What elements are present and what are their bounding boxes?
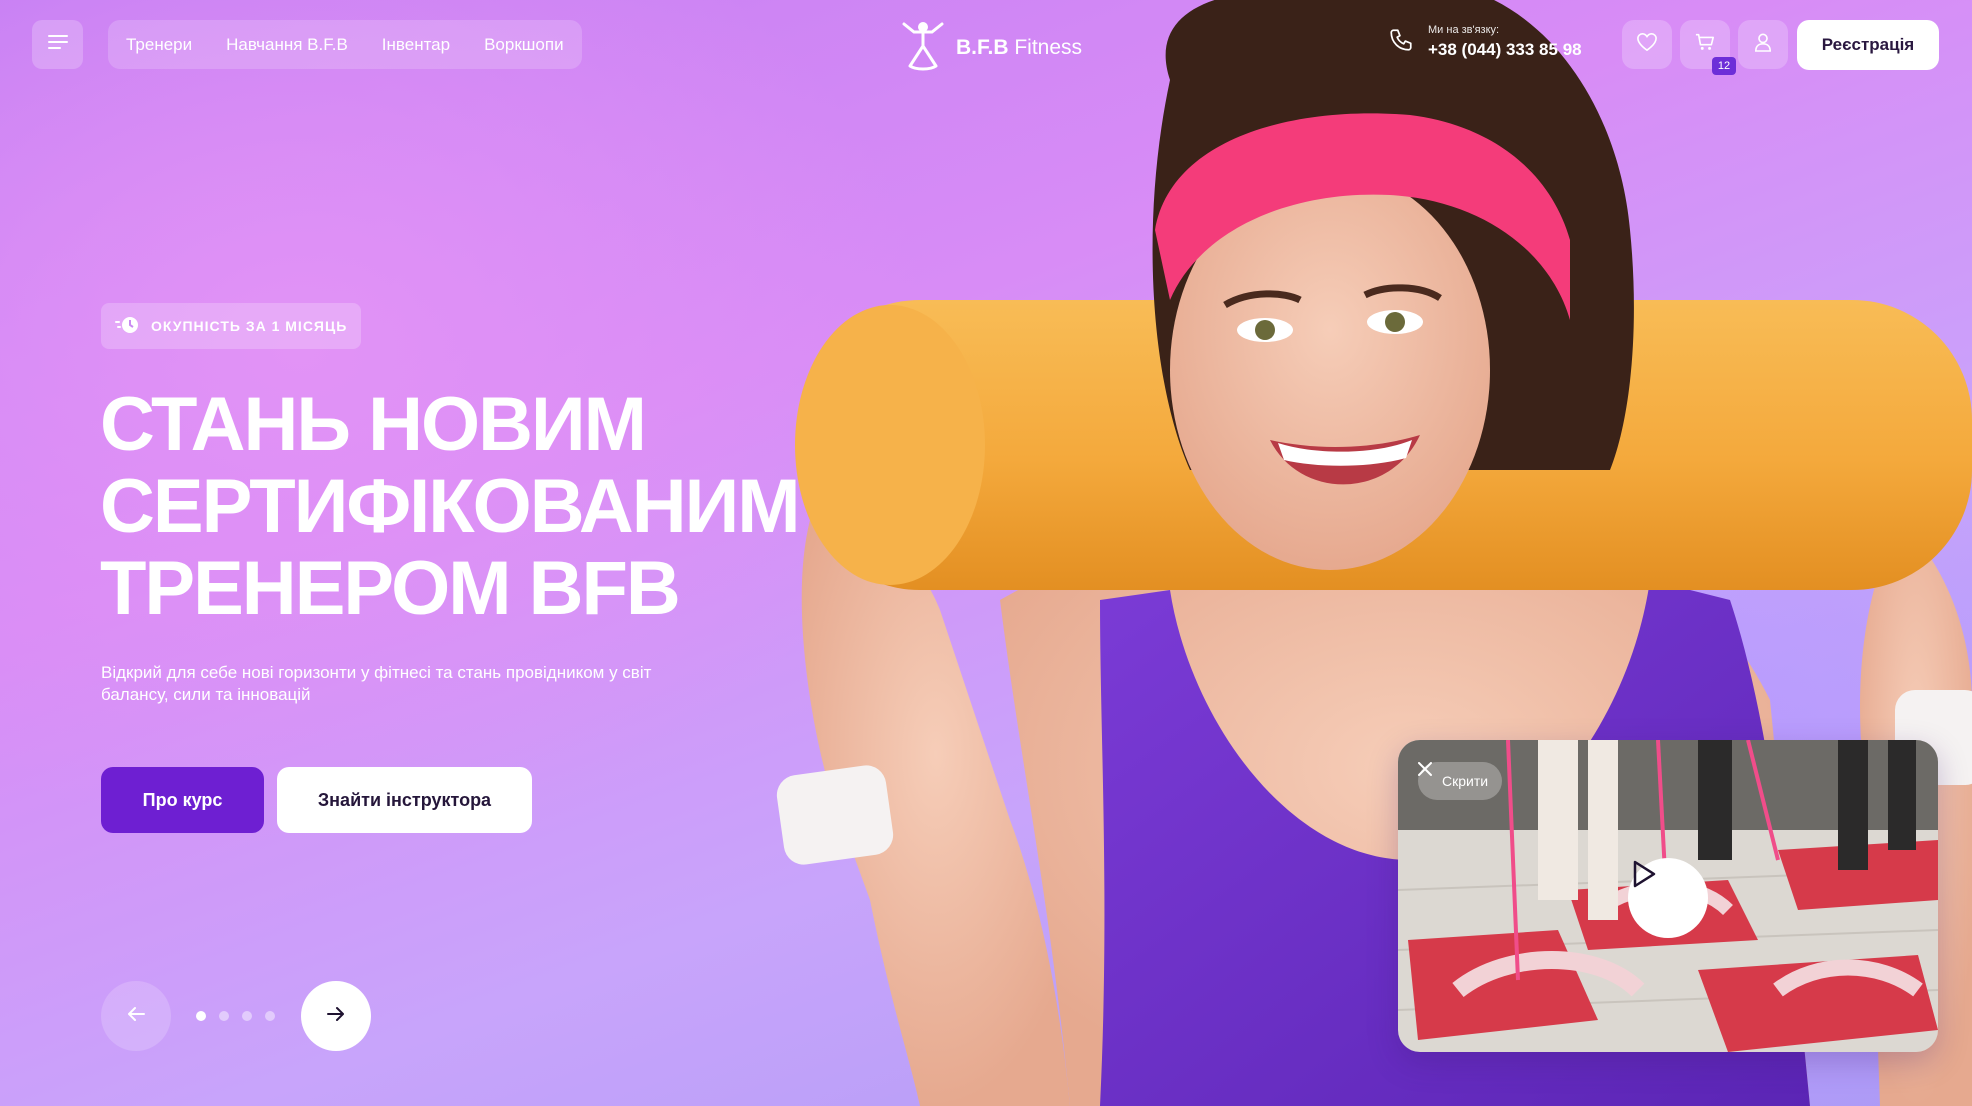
nav-link-inventory[interactable]: Інвентар: [382, 35, 450, 55]
slider-prev-button[interactable]: [101, 981, 171, 1051]
find-instructor-button[interactable]: Знайти інструктора: [277, 767, 532, 833]
nav-link-workshops[interactable]: Воркшопи: [484, 35, 563, 55]
account-button[interactable]: [1738, 20, 1788, 69]
menu-button[interactable]: [32, 20, 83, 69]
site-header: Тренери Навчання B.F.B Інвентар Воркшопи…: [0, 0, 1972, 90]
menu-icon: [47, 35, 68, 54]
hide-video-button[interactable]: Скрити: [1418, 762, 1503, 800]
slider-dots: [196, 1011, 275, 1021]
arrow-right-icon: [327, 1006, 345, 1027]
video-preview[interactable]: Скрити: [1398, 740, 1938, 1052]
logo[interactable]: B.F.B Fitness: [902, 18, 1082, 77]
hide-video-label: Скрити: [1442, 773, 1489, 789]
contact-phone[interactable]: +38 (044) 333 85 98: [1428, 40, 1582, 60]
favorites-button[interactable]: [1622, 20, 1672, 69]
cart-icon: [1694, 32, 1716, 57]
cart-count-badge: 12: [1712, 57, 1736, 75]
payback-tag-label: ОКУПНІСТЬ ЗА 1 МІСЯЦЬ: [151, 318, 348, 334]
slider-dot[interactable]: [196, 1011, 206, 1021]
register-button[interactable]: Реєстрація: [1797, 20, 1939, 70]
nav-link-trainers[interactable]: Тренери: [126, 35, 192, 55]
phone-icon: [1388, 27, 1414, 58]
about-course-button[interactable]: Про курс: [101, 767, 264, 833]
hero-description: Відкрий для себе нові горизонти у фітнес…: [101, 663, 652, 704]
bfb-logo-icon: [902, 18, 944, 77]
heart-icon: [1636, 32, 1658, 57]
logo-text: B.F.B Fitness: [956, 35, 1083, 59]
payback-tag: ОКУПНІСТЬ ЗА 1 МІСЯЦЬ: [101, 303, 362, 349]
main-nav: Тренери Навчання B.F.B Інвентар Воркшопи: [108, 20, 582, 69]
headline-line-1: СТАНЬ НОВИМ: [100, 382, 647, 467]
hero-headline: СТАНЬ НОВИМ СЕРТИФІКОВАНИМ ТРЕНЕРОМ BFB: [100, 384, 820, 630]
user-icon: [1754, 32, 1772, 57]
cart-button[interactable]: 12: [1680, 20, 1736, 75]
slider-dot[interactable]: [219, 1011, 229, 1021]
clock-speed-icon: [115, 315, 141, 338]
nav-link-bfb-training[interactable]: Навчання B.F.B: [226, 35, 348, 55]
slider-dot[interactable]: [265, 1011, 275, 1021]
play-video-button[interactable]: [1628, 858, 1708, 938]
arrow-left-icon: [127, 1006, 145, 1027]
contact-block[interactable]: Ми на зв'язку: +38 (044) 333 85 98: [1388, 24, 1582, 60]
slider-dot[interactable]: [242, 1011, 252, 1021]
headline-line-3: ТРЕНЕРОМ BFB: [100, 546, 681, 631]
contact-label: Ми на зв'язку:: [1428, 24, 1500, 36]
headline-line-2: СЕРТИФІКОВАНИМ: [100, 464, 801, 549]
slider-next-button[interactable]: [301, 981, 371, 1051]
